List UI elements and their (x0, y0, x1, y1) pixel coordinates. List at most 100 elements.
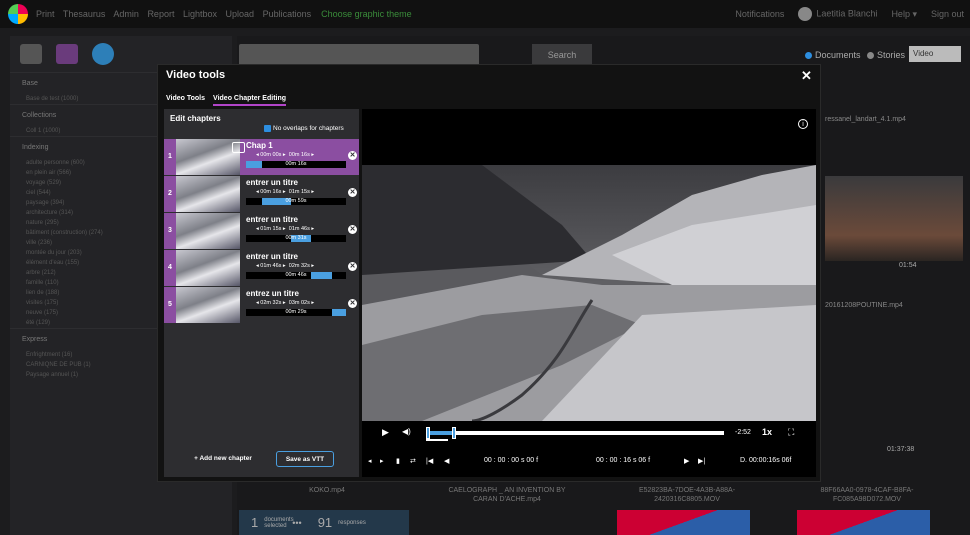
sign-out-link[interactable]: Sign out (931, 9, 964, 19)
chapter-thumbnail[interactable] (176, 139, 245, 175)
seek-progress (426, 431, 453, 435)
fullscreen-icon[interactable]: ⛶ (788, 427, 794, 438)
user-name: Laetitia Blanchi (816, 8, 878, 19)
chapter-end[interactable]: 01m 46s (289, 226, 310, 232)
modal-title: Video tools (166, 69, 226, 81)
skip-end-icon[interactable]: ▶| (698, 457, 705, 465)
chapter-row[interactable]: 1 Chap 1 ◂ 00m 00s ▸ 00m 16s ▸ 00m 16s ✕ (164, 139, 359, 175)
seek-bar[interactable] (426, 431, 724, 435)
delete-chapter-icon[interactable]: ✕ (348, 299, 357, 308)
delete-chapter-icon[interactable]: ✕ (348, 188, 357, 197)
loop-icon[interactable]: ⇄ (410, 457, 416, 465)
list-icon[interactable] (20, 44, 42, 64)
video-thumbnail[interactable] (797, 510, 930, 535)
chapter-end[interactable]: 00m 16s (289, 152, 310, 158)
chapter-start[interactable]: 00m 16s (260, 189, 281, 195)
play-icon[interactable]: ▶ (382, 427, 389, 438)
camera-icon[interactable] (232, 142, 245, 153)
chapter-duration: 00m 31s (285, 235, 307, 241)
panel-title: Edit chapters (170, 114, 221, 123)
nav-report[interactable]: Report (147, 9, 174, 19)
search-input[interactable] (239, 44, 479, 66)
chapter-range-bar[interactable]: 00m 16s (246, 161, 346, 168)
more-icon[interactable]: ••• (292, 518, 301, 528)
delete-chapter-icon[interactable]: ✕ (348, 262, 357, 271)
tab-chapter-editing[interactable]: Video Chapter Editing (213, 95, 287, 106)
radio-stories[interactable]: Stories (867, 50, 905, 60)
chapter-range-bar[interactable]: 00m 59s (246, 198, 346, 205)
user-menu[interactable]: Laetitia Blanchi (798, 7, 877, 21)
nav-upload[interactable]: Upload (226, 9, 255, 19)
duration-label: 01:54 (899, 262, 917, 269)
nav-thesaurus[interactable]: Thesaurus (63, 9, 106, 19)
speed-button[interactable]: 1x (762, 427, 772, 437)
type-select[interactable]: Video (909, 46, 961, 62)
chapter-number: 4 (164, 250, 176, 286)
chapter-end[interactable]: 02m 32s (289, 263, 310, 269)
chapter-thumbnail[interactable] (176, 176, 240, 212)
app-logo[interactable] (8, 4, 28, 24)
duration-label: 01:37:38 (887, 446, 915, 453)
chapter-duration: 00m 29s (285, 309, 307, 315)
chapter-row[interactable]: 4 entrer un titre ◂ 01m 46s ▸ 02m 32s ▸ 00m… (164, 250, 359, 286)
snapshot-icon[interactable]: ▮ (396, 457, 400, 465)
chapter-title[interactable]: entrez un titre (246, 289, 299, 298)
chapter-start[interactable]: 01m 46s (260, 263, 281, 269)
video-player[interactable]: i (362, 109, 816, 421)
chapter-title[interactable]: entrer un titre (246, 178, 298, 187)
delete-chapter-icon[interactable]: ✕ (348, 225, 357, 234)
chapter-title[interactable]: Chap 1 (246, 141, 273, 150)
mountain-scene (362, 165, 816, 421)
chapter-thumbnail[interactable] (176, 213, 240, 249)
notifications-link[interactable]: Notifications (735, 9, 784, 19)
chapter-title[interactable]: entrer un titre (246, 215, 298, 224)
chapter-row[interactable]: 5 entrez un titre ◂ 02m 32s ▸ 03m 02s ▸ 00m… (164, 287, 359, 323)
chapter-range-bar[interactable]: 00m 46s (246, 272, 346, 279)
chapter-start[interactable]: 02m 32s (260, 300, 281, 306)
step-forward-icon[interactable]: ▶ (684, 457, 689, 465)
chapter-end-handle[interactable] (452, 427, 456, 439)
nav-lightbox[interactable]: Lightbox (183, 9, 217, 19)
nav-print[interactable]: Print (36, 9, 55, 19)
chapter-row[interactable]: 3 entrer un titre ◂ 01m 15s ▸ 01m 46s ▸ 00m… (164, 213, 359, 249)
tab-video-tools[interactable]: Video Tools (166, 95, 205, 106)
step-back-icon[interactable]: ◀ (444, 457, 449, 465)
chapter-start[interactable]: 00m 00s (260, 152, 281, 158)
close-icon[interactable]: ✕ (801, 68, 812, 84)
skip-start-icon[interactable]: |◀ (426, 457, 433, 465)
nav-admin[interactable]: Admin (113, 9, 139, 19)
chapter-duration: 00m 16s (285, 161, 307, 167)
no-overlap-checkbox[interactable]: No overlaps for chapters (264, 125, 344, 132)
selection-count: 1 (251, 515, 259, 530)
chapter-thumbnail[interactable] (176, 250, 240, 286)
chapter-thumbnail[interactable] (176, 287, 240, 323)
video-thumbnail[interactable] (825, 176, 963, 261)
search-button[interactable]: Search (532, 44, 592, 66)
no-overlap-label: No overlaps for chapters (273, 125, 344, 133)
thumb-caption: CAELOGRAPH _ AN INVENTION BY CARAN D'ACH… (448, 487, 566, 503)
chapter-end[interactable]: 01m 15s (289, 189, 310, 195)
theme-link[interactable]: Choose graphic theme (321, 9, 412, 19)
chapter-title[interactable]: entrer un titre (246, 252, 298, 261)
video-frame[interactable] (362, 165, 816, 421)
nav-publications[interactable]: Publications (263, 9, 312, 19)
chapter-range-bar[interactable]: 00m 29s (246, 309, 346, 316)
delete-chapter-icon[interactable]: ✕ (348, 151, 357, 160)
basket-icon[interactable] (92, 43, 114, 65)
grid-icon[interactable] (56, 44, 78, 64)
save-vtt-button[interactable]: Save as VTT (276, 451, 334, 467)
chapter-start[interactable]: 01m 15s (260, 226, 281, 232)
chapter-row[interactable]: 2 entrer un titre ◂ 00m 16s ▸ 01m 15s ▸ 00m… (164, 176, 359, 212)
chapter-range-bar[interactable]: 00m 31s (246, 235, 346, 242)
chapter-times: ◂ 02m 32s ▸ 03m 02s ▸ (256, 300, 315, 306)
video-thumbnail[interactable] (617, 510, 750, 535)
add-chapter-button[interactable]: + Add new chapter (188, 451, 258, 467)
mark-in-icon[interactable]: ◂ (368, 457, 372, 465)
mark-out-icon[interactable]: ▸ (380, 457, 384, 465)
help-menu[interactable]: Help ▾ (891, 9, 917, 20)
chapter-end[interactable]: 03m 02s (289, 300, 310, 306)
volume-icon[interactable]: ◀) (402, 427, 411, 436)
chapter-start-handle[interactable] (426, 427, 430, 439)
info-icon[interactable]: i (798, 119, 808, 129)
radio-documents[interactable]: Documents (805, 50, 861, 60)
